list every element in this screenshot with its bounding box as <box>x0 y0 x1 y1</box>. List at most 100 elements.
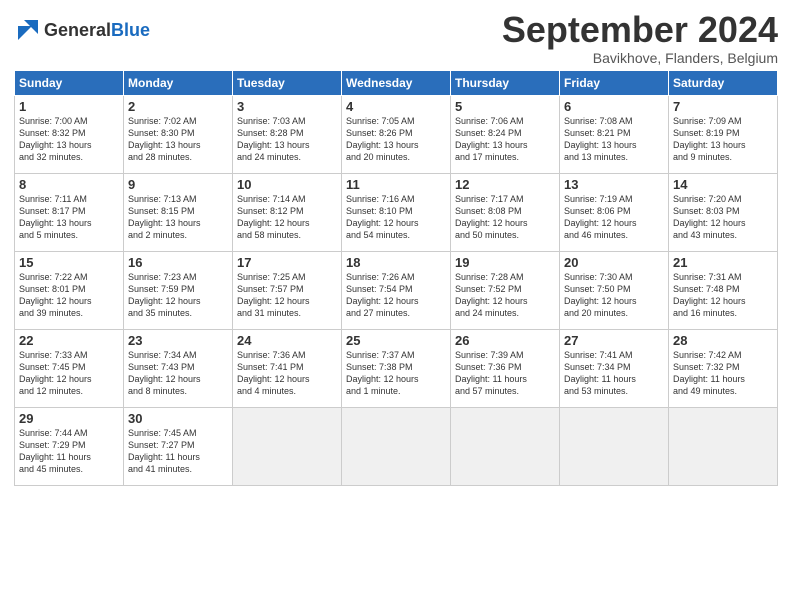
day-info: Sunrise: 7:30 AM Sunset: 7:50 PM Dayligh… <box>564 271 664 320</box>
day-info: Sunrise: 7:39 AM Sunset: 7:36 PM Dayligh… <box>455 349 555 398</box>
calendar-header-row: Sunday Monday Tuesday Wednesday Thursday… <box>15 70 778 95</box>
day-number: 15 <box>19 255 119 270</box>
day-info: Sunrise: 7:33 AM Sunset: 7:45 PM Dayligh… <box>19 349 119 398</box>
day-info: Sunrise: 7:23 AM Sunset: 7:59 PM Dayligh… <box>128 271 228 320</box>
calendar-cell: 26Sunrise: 7:39 AM Sunset: 7:36 PM Dayli… <box>451 329 560 407</box>
day-number: 3 <box>237 99 337 114</box>
day-number: 17 <box>237 255 337 270</box>
calendar-cell: 4Sunrise: 7:05 AM Sunset: 8:26 PM Daylig… <box>342 95 451 173</box>
day-number: 28 <box>673 333 773 348</box>
calendar-cell: 1Sunrise: 7:00 AM Sunset: 8:32 PM Daylig… <box>15 95 124 173</box>
calendar-cell: 7Sunrise: 7:09 AM Sunset: 8:19 PM Daylig… <box>669 95 778 173</box>
calendar-cell: 21Sunrise: 7:31 AM Sunset: 7:48 PM Dayli… <box>669 251 778 329</box>
col-wednesday: Wednesday <box>342 70 451 95</box>
day-number: 23 <box>128 333 228 348</box>
calendar-week-4: 29Sunrise: 7:44 AM Sunset: 7:29 PM Dayli… <box>15 407 778 485</box>
calendar-cell: 19Sunrise: 7:28 AM Sunset: 7:52 PM Dayli… <box>451 251 560 329</box>
day-info: Sunrise: 7:36 AM Sunset: 7:41 PM Dayligh… <box>237 349 337 398</box>
calendar-cell: 5Sunrise: 7:06 AM Sunset: 8:24 PM Daylig… <box>451 95 560 173</box>
day-info: Sunrise: 7:37 AM Sunset: 7:38 PM Dayligh… <box>346 349 446 398</box>
day-info: Sunrise: 7:16 AM Sunset: 8:10 PM Dayligh… <box>346 193 446 242</box>
calendar-cell: 10Sunrise: 7:14 AM Sunset: 8:12 PM Dayli… <box>233 173 342 251</box>
calendar-cell: 13Sunrise: 7:19 AM Sunset: 8:06 PM Dayli… <box>560 173 669 251</box>
day-number: 12 <box>455 177 555 192</box>
calendar-cell: 11Sunrise: 7:16 AM Sunset: 8:10 PM Dayli… <box>342 173 451 251</box>
day-number: 2 <box>128 99 228 114</box>
day-info: Sunrise: 7:00 AM Sunset: 8:32 PM Dayligh… <box>19 115 119 164</box>
day-info: Sunrise: 7:06 AM Sunset: 8:24 PM Dayligh… <box>455 115 555 164</box>
calendar-cell: 16Sunrise: 7:23 AM Sunset: 7:59 PM Dayli… <box>124 251 233 329</box>
col-thursday: Thursday <box>451 70 560 95</box>
day-number: 16 <box>128 255 228 270</box>
calendar-cell: 30Sunrise: 7:45 AM Sunset: 7:27 PM Dayli… <box>124 407 233 485</box>
day-info: Sunrise: 7:45 AM Sunset: 7:27 PM Dayligh… <box>128 427 228 476</box>
calendar-cell: 22Sunrise: 7:33 AM Sunset: 7:45 PM Dayli… <box>15 329 124 407</box>
day-number: 30 <box>128 411 228 426</box>
col-tuesday: Tuesday <box>233 70 342 95</box>
calendar-cell <box>451 407 560 485</box>
calendar-week-2: 15Sunrise: 7:22 AM Sunset: 8:01 PM Dayli… <box>15 251 778 329</box>
day-number: 13 <box>564 177 664 192</box>
day-number: 26 <box>455 333 555 348</box>
calendar-week-1: 8Sunrise: 7:11 AM Sunset: 8:17 PM Daylig… <box>15 173 778 251</box>
day-info: Sunrise: 7:17 AM Sunset: 8:08 PM Dayligh… <box>455 193 555 242</box>
subtitle: Bavikhove, Flanders, Belgium <box>502 50 778 66</box>
calendar-cell: 8Sunrise: 7:11 AM Sunset: 8:17 PM Daylig… <box>15 173 124 251</box>
calendar-table: Sunday Monday Tuesday Wednesday Thursday… <box>14 70 778 486</box>
calendar-cell: 23Sunrise: 7:34 AM Sunset: 7:43 PM Dayli… <box>124 329 233 407</box>
day-info: Sunrise: 7:31 AM Sunset: 7:48 PM Dayligh… <box>673 271 773 320</box>
day-info: Sunrise: 7:09 AM Sunset: 8:19 PM Dayligh… <box>673 115 773 164</box>
day-info: Sunrise: 7:08 AM Sunset: 8:21 PM Dayligh… <box>564 115 664 164</box>
calendar-cell: 27Sunrise: 7:41 AM Sunset: 7:34 PM Dayli… <box>560 329 669 407</box>
day-number: 21 <box>673 255 773 270</box>
calendar-cell: 9Sunrise: 7:13 AM Sunset: 8:15 PM Daylig… <box>124 173 233 251</box>
day-number: 27 <box>564 333 664 348</box>
day-info: Sunrise: 7:05 AM Sunset: 8:26 PM Dayligh… <box>346 115 446 164</box>
calendar-cell: 14Sunrise: 7:20 AM Sunset: 8:03 PM Dayli… <box>669 173 778 251</box>
day-number: 14 <box>673 177 773 192</box>
calendar-cell: 15Sunrise: 7:22 AM Sunset: 8:01 PM Dayli… <box>15 251 124 329</box>
day-number: 1 <box>19 99 119 114</box>
main-container: GeneralBlue September 2024 Bavikhove, Fl… <box>0 0 792 496</box>
calendar-cell: 25Sunrise: 7:37 AM Sunset: 7:38 PM Dayli… <box>342 329 451 407</box>
calendar-cell: 18Sunrise: 7:26 AM Sunset: 7:54 PM Dayli… <box>342 251 451 329</box>
calendar-cell: 29Sunrise: 7:44 AM Sunset: 7:29 PM Dayli… <box>15 407 124 485</box>
day-number: 19 <box>455 255 555 270</box>
day-info: Sunrise: 7:02 AM Sunset: 8:30 PM Dayligh… <box>128 115 228 164</box>
calendar-cell <box>560 407 669 485</box>
day-number: 7 <box>673 99 773 114</box>
day-number: 4 <box>346 99 446 114</box>
calendar-week-3: 22Sunrise: 7:33 AM Sunset: 7:45 PM Dayli… <box>15 329 778 407</box>
day-number: 11 <box>346 177 446 192</box>
calendar-cell: 3Sunrise: 7:03 AM Sunset: 8:28 PM Daylig… <box>233 95 342 173</box>
day-info: Sunrise: 7:11 AM Sunset: 8:17 PM Dayligh… <box>19 193 119 242</box>
col-monday: Monday <box>124 70 233 95</box>
header: GeneralBlue September 2024 Bavikhove, Fl… <box>14 10 778 66</box>
day-info: Sunrise: 7:34 AM Sunset: 7:43 PM Dayligh… <box>128 349 228 398</box>
day-number: 22 <box>19 333 119 348</box>
calendar-cell: 6Sunrise: 7:08 AM Sunset: 8:21 PM Daylig… <box>560 95 669 173</box>
logo-text: GeneralBlue <box>44 20 150 40</box>
day-info: Sunrise: 7:19 AM Sunset: 8:06 PM Dayligh… <box>564 193 664 242</box>
logo: GeneralBlue <box>14 16 150 44</box>
day-info: Sunrise: 7:20 AM Sunset: 8:03 PM Dayligh… <box>673 193 773 242</box>
calendar-cell: 24Sunrise: 7:36 AM Sunset: 7:41 PM Dayli… <box>233 329 342 407</box>
day-number: 5 <box>455 99 555 114</box>
calendar-cell: 20Sunrise: 7:30 AM Sunset: 7:50 PM Dayli… <box>560 251 669 329</box>
day-number: 6 <box>564 99 664 114</box>
day-info: Sunrise: 7:14 AM Sunset: 8:12 PM Dayligh… <box>237 193 337 242</box>
day-info: Sunrise: 7:26 AM Sunset: 7:54 PM Dayligh… <box>346 271 446 320</box>
day-number: 20 <box>564 255 664 270</box>
day-info: Sunrise: 7:28 AM Sunset: 7:52 PM Dayligh… <box>455 271 555 320</box>
logo-icon <box>14 16 42 44</box>
month-title: September 2024 <box>502 10 778 50</box>
day-info: Sunrise: 7:44 AM Sunset: 7:29 PM Dayligh… <box>19 427 119 476</box>
day-info: Sunrise: 7:42 AM Sunset: 7:32 PM Dayligh… <box>673 349 773 398</box>
day-number: 8 <box>19 177 119 192</box>
day-info: Sunrise: 7:25 AM Sunset: 7:57 PM Dayligh… <box>237 271 337 320</box>
day-number: 9 <box>128 177 228 192</box>
day-info: Sunrise: 7:03 AM Sunset: 8:28 PM Dayligh… <box>237 115 337 164</box>
day-number: 18 <box>346 255 446 270</box>
calendar-cell <box>669 407 778 485</box>
day-info: Sunrise: 7:13 AM Sunset: 8:15 PM Dayligh… <box>128 193 228 242</box>
